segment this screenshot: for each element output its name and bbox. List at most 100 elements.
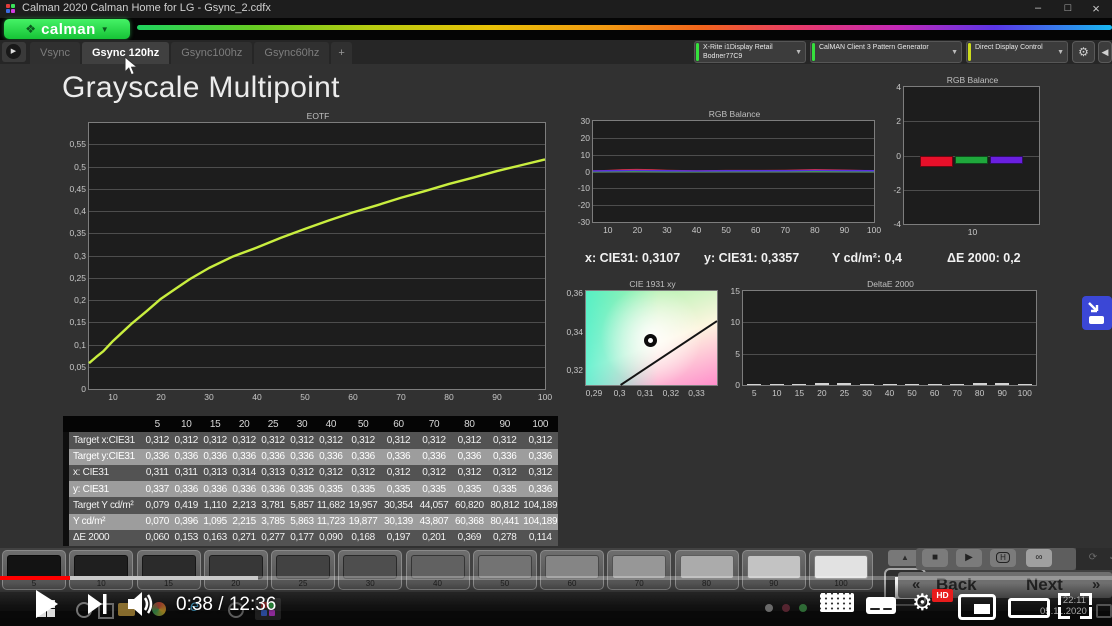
table-cell: 0,197 bbox=[381, 530, 416, 546]
miniplayer-icon[interactable] bbox=[958, 594, 996, 620]
table-cell: 0,335 bbox=[416, 481, 451, 497]
window-title: Calman 2020 Calman Home for LG - Gsync_2… bbox=[22, 2, 271, 14]
y-tick-label: 0,35 bbox=[58, 228, 86, 238]
table-row: ΔE 20000,0600,1530,1630,2710,2770,1770,0… bbox=[63, 530, 558, 546]
table-cell: 0,312 bbox=[416, 465, 451, 481]
table-cell: 0,313 bbox=[259, 465, 288, 481]
volume-icon[interactable] bbox=[128, 592, 158, 616]
video-play-button[interactable] bbox=[36, 590, 60, 618]
table-cell: 0,168 bbox=[345, 530, 380, 546]
tab-vsync[interactable]: Vsync bbox=[30, 42, 80, 64]
chevron-down-icon: ▼ bbox=[101, 25, 109, 34]
picture-in-picture-icon[interactable] bbox=[1082, 296, 1112, 330]
y-tick-label: 10 bbox=[562, 150, 590, 160]
play-icon: ▶ bbox=[6, 44, 21, 59]
stop-icon: ■ bbox=[932, 552, 938, 563]
collapse-panel-button[interactable]: ◀ bbox=[1098, 41, 1112, 63]
table-cell: 0,336 bbox=[345, 449, 380, 465]
deltae-bar bbox=[1018, 384, 1032, 385]
table-header-row: 51015202530405060708090100 bbox=[63, 416, 558, 432]
stat-value-1: x: CIE31: 0,3107 bbox=[585, 251, 680, 265]
table-cell: 0,277 bbox=[259, 530, 288, 546]
video-next-button[interactable] bbox=[88, 594, 108, 614]
column-header: 25 bbox=[259, 416, 288, 432]
chart-title: RGB Balance bbox=[904, 75, 1041, 85]
deltae-bar bbox=[950, 384, 964, 385]
minimize-button[interactable]: – bbox=[1024, 0, 1052, 18]
loop-infinity-button[interactable]: ∞ bbox=[1026, 549, 1052, 567]
x-tick-label: 10 bbox=[593, 225, 623, 235]
y-tick-label: 0,34 bbox=[555, 327, 583, 337]
deltae-bar bbox=[928, 384, 942, 385]
settings-gear-button[interactable]: ⚙ bbox=[1072, 41, 1095, 63]
y-tick-label: 4 bbox=[873, 82, 901, 92]
tab-scroll-button[interactable]: ▶ bbox=[2, 42, 26, 62]
deltae-bar bbox=[837, 383, 851, 385]
table-cell: 0,312 bbox=[345, 465, 380, 481]
table-cell: 0,312 bbox=[316, 432, 345, 448]
row-label: Y cd/m² bbox=[69, 514, 143, 530]
hd-quality-badge: HD bbox=[932, 589, 953, 602]
table-cell: 0,177 bbox=[288, 530, 317, 546]
table-cell: 0,271 bbox=[230, 530, 259, 546]
table-cell: 104,189 bbox=[523, 497, 558, 513]
device-status-accent bbox=[696, 43, 699, 61]
deltae-bar bbox=[770, 384, 784, 385]
column-header: 40 bbox=[316, 416, 345, 432]
maximize-button[interactable]: □ bbox=[1054, 0, 1082, 18]
table-cell: 0,336 bbox=[259, 481, 288, 497]
marker-h-button[interactable]: H bbox=[990, 549, 1016, 567]
table-cell: 0,312 bbox=[316, 465, 345, 481]
close-button[interactable]: × bbox=[1082, 0, 1110, 18]
table-cell: 3,785 bbox=[259, 514, 288, 530]
player-settings-gear-icon[interactable]: ⚙ bbox=[912, 589, 933, 616]
keyboard-icon[interactable] bbox=[820, 593, 854, 612]
table-cell: 0,312 bbox=[381, 465, 416, 481]
table-cell: 60,368 bbox=[452, 514, 487, 530]
calman-logo-button[interactable]: ❖ calman ▼ bbox=[4, 19, 130, 39]
theater-mode-icon[interactable] bbox=[1008, 598, 1050, 618]
add-tab-button[interactable]: + bbox=[331, 42, 351, 64]
deltae-chart: DeltaE 200015105051015202530405060708090… bbox=[742, 290, 1037, 386]
table-cell: 0,336 bbox=[416, 449, 451, 465]
video-time: 0:38 / 12:36 bbox=[176, 594, 276, 616]
x-tick-label: 70 bbox=[770, 225, 800, 235]
device-dropdown-3[interactable]: Direct Display Control▼ bbox=[966, 41, 1068, 63]
device-dropdown-1[interactable]: X-Rite i1Display RetailBodner77C9▼ bbox=[694, 41, 806, 63]
column-header: 70 bbox=[416, 416, 451, 432]
table-cell: 0,201 bbox=[416, 530, 451, 546]
confirm-check-button[interactable]: ✓ bbox=[1100, 549, 1112, 567]
app-header: ❖ calman ▼ bbox=[0, 18, 1112, 40]
subtitles-icon[interactable] bbox=[866, 597, 896, 614]
table-cell: 60,820 bbox=[452, 497, 487, 513]
video-progress-bar[interactable] bbox=[0, 576, 1112, 580]
row-label: x: CIE31 bbox=[69, 465, 143, 481]
tab-gsync60hz[interactable]: Gsync60hz bbox=[254, 42, 329, 64]
x-tick-label: 20 bbox=[146, 392, 176, 402]
stat-value-3: Y cd/m²: 0,4 bbox=[832, 251, 902, 265]
y-tick-label: -10 bbox=[562, 183, 590, 193]
table-cell: 0,369 bbox=[452, 530, 487, 546]
table-cell: 0,312 bbox=[452, 432, 487, 448]
table-cell: 2,215 bbox=[230, 514, 259, 530]
table-cell: 104,189 bbox=[523, 514, 558, 530]
x-tick-label: 100 bbox=[530, 392, 560, 402]
table-cell: 0,312 bbox=[288, 432, 317, 448]
play-button[interactable]: ▶ bbox=[956, 549, 982, 567]
y-tick-label: 0,55 bbox=[58, 139, 86, 149]
device-label-line2: Bodner77C9 bbox=[703, 53, 791, 62]
gear-icon: ⚙ bbox=[1078, 45, 1089, 59]
y-tick-label: 0 bbox=[58, 384, 86, 394]
fullscreen-icon[interactable] bbox=[1058, 593, 1092, 619]
device-dropdown-2[interactable]: CalMAN Client 3 Pattern Generator▼ bbox=[810, 41, 962, 63]
tab-gsync100hz[interactable]: Gsync100hz bbox=[171, 42, 252, 64]
column-header: 5 bbox=[143, 416, 172, 432]
table-cell: 0,336 bbox=[230, 449, 259, 465]
table-cell: 0,335 bbox=[316, 481, 345, 497]
row-label: y: CIE31 bbox=[69, 481, 143, 497]
table-cell: 0,312 bbox=[487, 432, 522, 448]
stop-button[interactable]: ■ bbox=[922, 549, 948, 567]
chart-title: DeltaE 2000 bbox=[743, 279, 1038, 289]
y-tick-label: 0,36 bbox=[555, 288, 583, 298]
deltae-bar bbox=[792, 384, 806, 385]
